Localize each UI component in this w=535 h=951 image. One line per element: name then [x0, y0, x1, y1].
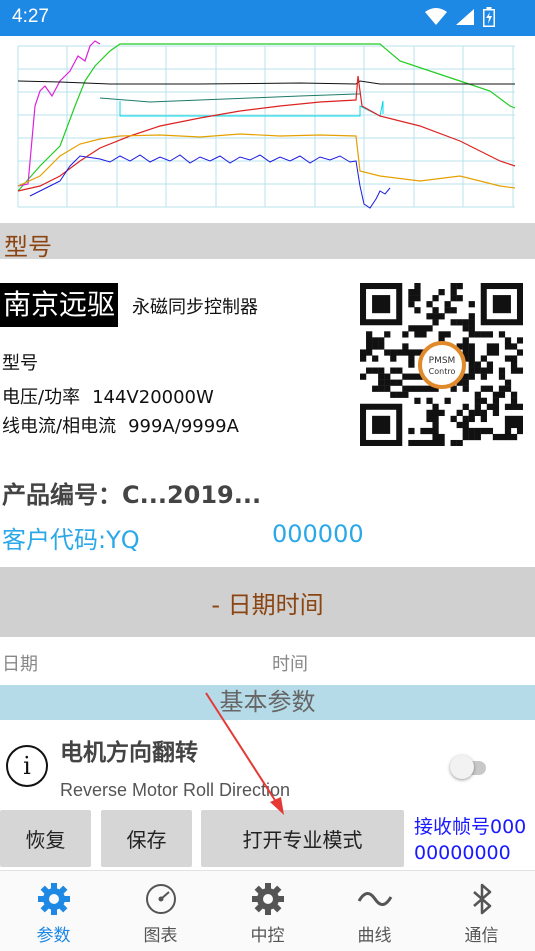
time-field[interactable]: 时间 [272, 650, 308, 676]
reverse-direction-subtitle: Reverse Motor Roll Direction [60, 780, 291, 800]
svg-text:Contro: Contro [429, 367, 456, 376]
curve-blue [29, 154, 391, 209]
nav-label: 参数 [36, 926, 71, 946]
open-pro-mode-button[interactable]: 打开专业模式 [201, 810, 404, 867]
nav-communication[interactable]: 通信 [428, 871, 535, 951]
toggle-thumb [450, 755, 474, 779]
current-line: 线电流/相电流 999A/9999A [2, 412, 239, 438]
qr-code: PMSM Contro [360, 283, 523, 446]
client-number: 000000 [272, 520, 364, 548]
curve-green [17, 43, 516, 192]
voltage-power-line: 电压/功率 144V20000W [2, 383, 214, 409]
curve-red [17, 75, 516, 192]
nav-central-control[interactable]: 中控 [214, 871, 321, 951]
status-bar: 4:27 [0, 0, 535, 36]
battery-icon [483, 7, 495, 27]
nav-params[interactable]: 参数 [0, 871, 107, 951]
date-field[interactable]: 日期 [2, 650, 38, 676]
curve-cyan [119, 100, 384, 117]
received-frame-counter: 接收帧号00000000000 [414, 816, 527, 864]
info-icon[interactable]: i [6, 745, 48, 787]
signal-icon [456, 9, 474, 25]
basic-params-header: 基本参数 [0, 685, 535, 720]
model-section-title: 型号 [4, 233, 52, 261]
curve-black [17, 80, 515, 85]
gear-icon [37, 883, 70, 915]
voltage-value: 144V20000W [92, 387, 214, 408]
nav-label: 图表 [143, 926, 178, 946]
nav-label: 曲线 [357, 926, 392, 946]
model-section-header: 型号 [0, 223, 535, 261]
gauge-icon [145, 884, 176, 914]
nav-label: 中控 [250, 926, 285, 946]
current-label: 线电流/相电流 [2, 416, 117, 437]
brand-logo-text: 南京远驱 [0, 283, 119, 327]
realtime-curve-chart [0, 36, 535, 222]
reverse-direction-toggle[interactable] [450, 755, 486, 779]
status-icons [425, 7, 495, 27]
nav-label: 通信 [464, 926, 499, 946]
client-code: 客户代码:YQ [2, 526, 140, 554]
current-value: 999A/9999A [128, 416, 239, 437]
svg-text:PMSM: PMSM [429, 356, 456, 366]
product-number: 产品编号：C...2019... [2, 481, 262, 509]
status-time: 4:27 [12, 6, 49, 27]
qr-center-logo: PMSM Contro [418, 341, 466, 389]
curve-magenta [17, 40, 101, 187]
voltage-label: 电压/功率 [2, 387, 81, 408]
save-button[interactable]: 保存 [101, 810, 192, 867]
nav-charts[interactable]: 图表 [107, 871, 214, 951]
reverse-direction-title: 电机方向翻转 [60, 740, 198, 766]
nav-curves[interactable]: 曲线 [321, 871, 428, 951]
datetime-button-label: - 日期时间 [211, 590, 324, 619]
curve-teal [99, 93, 360, 103]
restore-button[interactable]: 恢复 [0, 810, 91, 867]
datetime-button[interactable]: - 日期时间 [0, 567, 535, 637]
bottom-navigation: 参数 图表 中控 曲线 通信 [0, 870, 535, 951]
bluetooth-icon [472, 883, 491, 915]
wave-icon [357, 892, 392, 906]
wifi-icon [425, 8, 447, 25]
model-label: 型号 [2, 353, 38, 374]
brand-suffix: 永磁同步控制器 [132, 297, 258, 318]
gear-icon [251, 883, 284, 915]
